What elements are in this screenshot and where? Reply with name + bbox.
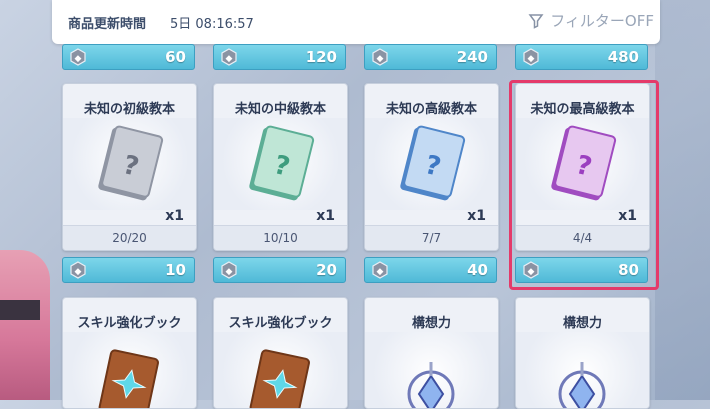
item-title: 未知の高級教本 (385, 102, 477, 117)
price-bar[interactable]: ◆ 240 (364, 44, 497, 70)
svg-text:◆: ◆ (528, 54, 535, 64)
item-stock: 4/4 (516, 225, 649, 250)
shop-item-card[interactable]: 構想力 (364, 297, 499, 409)
item-stock: 20/20 (63, 225, 196, 250)
gem-coin-icon: ◆ (523, 48, 539, 66)
gem-coin-icon: ◆ (221, 48, 237, 66)
item-quantity: x1 (467, 208, 486, 224)
svg-text:◆: ◆ (377, 54, 384, 64)
shop-item-card[interactable]: 未知の高級教本 ? x1 7/7 (364, 83, 499, 251)
refresh-time-label: 商品更新時間 (68, 17, 147, 32)
item-title: スキル強化ブック (77, 316, 182, 331)
shop-item-card-selected[interactable]: 未知の最高級教本 ? x1 4/4 (515, 83, 650, 251)
book-icon: ? (214, 118, 347, 210)
filter-label: フィルターOFF (550, 12, 654, 30)
skill-book-icon (214, 332, 347, 408)
character-portrait-detail (0, 300, 40, 320)
svg-text:◆: ◆ (75, 267, 82, 277)
price-value: 20 (316, 261, 337, 279)
svg-text:◆: ◆ (226, 267, 233, 277)
shop-item-card[interactable]: 未知の初級教本 ? x1 20/20 (62, 83, 197, 251)
item-stock: 10/10 (214, 225, 347, 250)
filter-button[interactable]: フィルターOFF (528, 10, 654, 31)
gem-coin-icon: ◆ (221, 261, 237, 279)
gem-coin-icon: ◆ (70, 48, 86, 66)
crystal-emblem-icon (516, 332, 649, 408)
item-quantity: x1 (618, 208, 637, 224)
svg-text:◆: ◆ (75, 54, 82, 64)
price-value: 240 (456, 48, 488, 66)
item-title: 構想力 (562, 316, 602, 331)
svg-text:◆: ◆ (528, 267, 535, 277)
crystal-emblem-icon (365, 332, 498, 408)
filter-funnel-icon (528, 13, 544, 29)
price-bar[interactable]: ◆ 10 (62, 257, 195, 283)
book-icon: ? (63, 118, 196, 210)
shop-item-card[interactable]: 未知の中級教本 ? x1 10/10 (213, 83, 348, 251)
price-bar[interactable]: ◆ 480 (515, 44, 648, 70)
price-value: 120 (305, 48, 337, 66)
item-title: 構想力 (411, 316, 451, 331)
price-value: 40 (467, 261, 488, 279)
gem-coin-icon: ◆ (70, 261, 86, 279)
item-quantity: x1 (165, 208, 184, 224)
svg-text:◆: ◆ (377, 267, 384, 277)
shop-item-card[interactable]: 構想力 (515, 297, 650, 409)
price-bar[interactable]: ◆ 60 (62, 44, 195, 70)
price-bar[interactable]: ◆ 20 (213, 257, 346, 283)
character-portrait-edge (0, 250, 50, 400)
price-bar[interactable]: ◆ 80 (515, 257, 648, 283)
gem-coin-icon: ◆ (372, 261, 388, 279)
item-title: 未知の最高級教本 (530, 102, 635, 117)
background-right (655, 0, 710, 400)
skill-book-icon (63, 332, 196, 408)
book-icon: ? (516, 118, 649, 210)
item-title: 未知の初級教本 (83, 102, 175, 117)
shop-header: 商品更新時間 5日 08:16:57 フィルターOFF (52, 0, 660, 44)
shop-item-card[interactable]: スキル強化ブック (213, 297, 348, 409)
gem-coin-icon: ◆ (372, 48, 388, 66)
gem-coin-icon: ◆ (523, 261, 539, 279)
refresh-time-value: 5日 08:16:57 (170, 17, 254, 32)
price-bar[interactable]: ◆ 40 (364, 257, 497, 283)
price-value: 10 (165, 261, 186, 279)
price-value: 480 (607, 48, 639, 66)
price-value: 80 (618, 261, 639, 279)
price-value: 60 (165, 48, 186, 66)
book-icon: ? (365, 118, 498, 210)
shop-item-card[interactable]: スキル強化ブック (62, 297, 197, 409)
item-stock: 7/7 (365, 225, 498, 250)
item-title: 未知の中級教本 (234, 102, 326, 117)
item-title: スキル強化ブック (228, 316, 333, 331)
item-quantity: x1 (316, 208, 335, 224)
svg-text:◆: ◆ (226, 54, 233, 64)
price-bar[interactable]: ◆ 120 (213, 44, 346, 70)
